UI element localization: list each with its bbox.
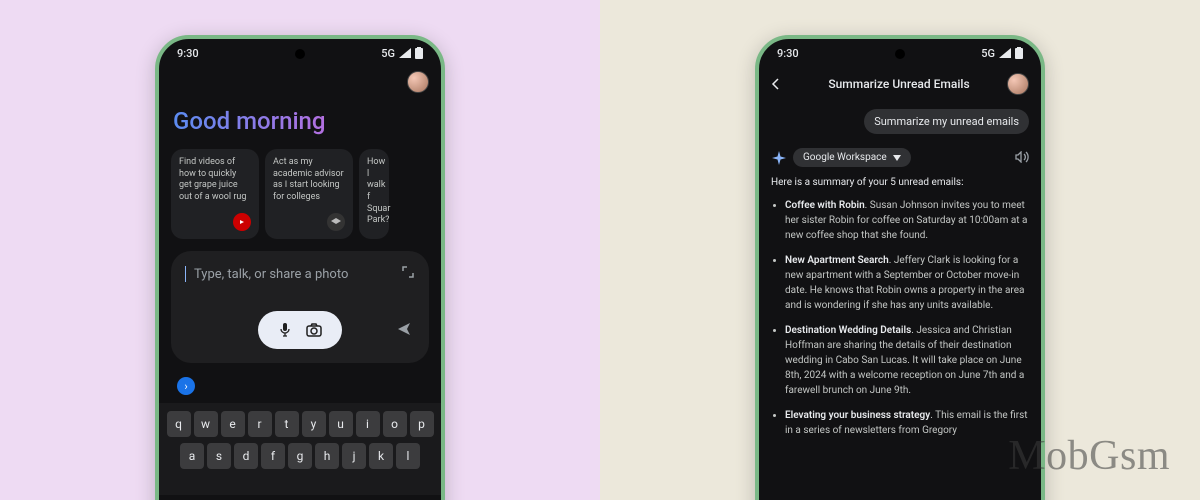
keyboard-key[interactable]: e [221, 411, 245, 437]
keyboard[interactable]: qwertyuiop asdfghjkl [159, 403, 441, 495]
greeting-text: Good morning [171, 101, 429, 149]
send-icon[interactable] [397, 321, 411, 340]
suggestion-card[interactable]: Find videos of how to quickly get grape … [171, 149, 259, 239]
header-row: Summarize Unread Emails [771, 67, 1029, 101]
user-message-row: Summarize my unread emails [771, 109, 1029, 134]
suggestion-text: Find videos of how to quickly get grape … [179, 157, 251, 204]
summary-intro: Here is a summary of your 5 unread email… [771, 177, 1029, 188]
status-time: 9:30 [177, 47, 199, 60]
keyboard-key[interactable]: j [342, 443, 366, 469]
suggestion-text: How l walk f Squar Park? [367, 157, 381, 227]
avatar[interactable] [1007, 73, 1029, 95]
network-label: 5G [381, 47, 395, 60]
keyboard-row: qwertyuiop [163, 411, 437, 437]
phone-left: 9:30 5G Good morning Find videos of how … [155, 35, 445, 500]
signal-icon [999, 48, 1011, 58]
network-label: 5G [981, 47, 995, 60]
workspace-chip[interactable]: Google Workspace [793, 148, 911, 167]
keyboard-key[interactable]: y [302, 411, 326, 437]
keyboard-key[interactable]: r [248, 411, 272, 437]
speaker-icon[interactable] [1015, 148, 1029, 167]
text-cursor [185, 266, 186, 282]
education-icon [327, 213, 345, 231]
battery-icon [1015, 47, 1023, 59]
status-indicators: 5G [381, 47, 423, 60]
battery-icon [415, 47, 423, 59]
workspace-row: Google Workspace [771, 148, 1029, 167]
phone-right: 9:30 5G Summarize Unread Emails Summariz… [755, 35, 1045, 500]
input-area[interactable]: Type, talk, or share a photo [171, 251, 429, 363]
suggestion-text: Act as my academic advisor as I start lo… [273, 157, 345, 204]
signal-icon [399, 48, 411, 58]
keyboard-key[interactable]: d [234, 443, 258, 469]
workspace-label: Google Workspace [803, 152, 887, 163]
keyboard-key[interactable]: a [180, 443, 204, 469]
suggestion-row[interactable]: Find videos of how to quickly get grape … [171, 149, 429, 239]
keyboard-key[interactable]: i [356, 411, 380, 437]
sparkle-icon [771, 150, 787, 166]
keyboard-key[interactable]: p [410, 411, 434, 437]
avatar[interactable] [407, 71, 429, 93]
keyboard-row: asdfghjkl [163, 443, 437, 469]
status-indicators: 5G [981, 47, 1023, 60]
keyboard-key[interactable]: w [194, 411, 218, 437]
keyboard-key[interactable]: q [167, 411, 191, 437]
keyboard-key[interactable]: g [288, 443, 312, 469]
panel-right: 9:30 5G Summarize Unread Emails Summariz… [600, 0, 1200, 500]
chevron-right-icon[interactable]: › [177, 377, 195, 395]
camera-notch [895, 49, 905, 59]
keyboard-key[interactable]: t [275, 411, 299, 437]
keyboard-key[interactable]: h [315, 443, 339, 469]
keyboard-key[interactable]: f [261, 443, 285, 469]
keyboard-key[interactable]: u [329, 411, 353, 437]
keyboard-key[interactable]: s [207, 443, 231, 469]
panel-left: 9:30 5G Good morning Find videos of how … [0, 0, 600, 500]
keyboard-hint-row: › [171, 373, 429, 399]
summary-item: Destination Wedding Details. Jessica and… [785, 323, 1029, 398]
suggestion-card[interactable]: How l walk f Squar Park? [359, 149, 389, 239]
summary-list: Coffee with Robin. Susan Johnson invites… [771, 198, 1029, 438]
mic-icon[interactable] [278, 322, 292, 338]
summary-item: Elevating your business strategy. This e… [785, 408, 1029, 438]
status-time: 9:30 [777, 47, 799, 60]
keyboard-key[interactable]: o [383, 411, 407, 437]
back-button[interactable] [771, 77, 791, 91]
input-placeholder: Type, talk, or share a photo [194, 267, 348, 282]
header-row [171, 67, 429, 101]
camera-notch [295, 49, 305, 59]
mic-camera-pill[interactable] [258, 311, 342, 349]
suggestion-card[interactable]: Act as my academic advisor as I start lo… [265, 149, 353, 239]
expand-icon[interactable] [401, 265, 415, 283]
youtube-icon [233, 213, 251, 231]
action-row [185, 311, 415, 349]
keyboard-key[interactable]: l [396, 443, 420, 469]
keyboard-key[interactable]: k [369, 443, 393, 469]
chevron-down-icon [893, 155, 901, 161]
camera-icon[interactable] [306, 323, 322, 337]
page-title: Summarize Unread Emails [799, 77, 999, 91]
summary-item: New Apartment Search. Jeffery Clark is l… [785, 253, 1029, 313]
summary-item: Coffee with Robin. Susan Johnson invites… [785, 198, 1029, 243]
user-message: Summarize my unread emails [864, 109, 1029, 134]
